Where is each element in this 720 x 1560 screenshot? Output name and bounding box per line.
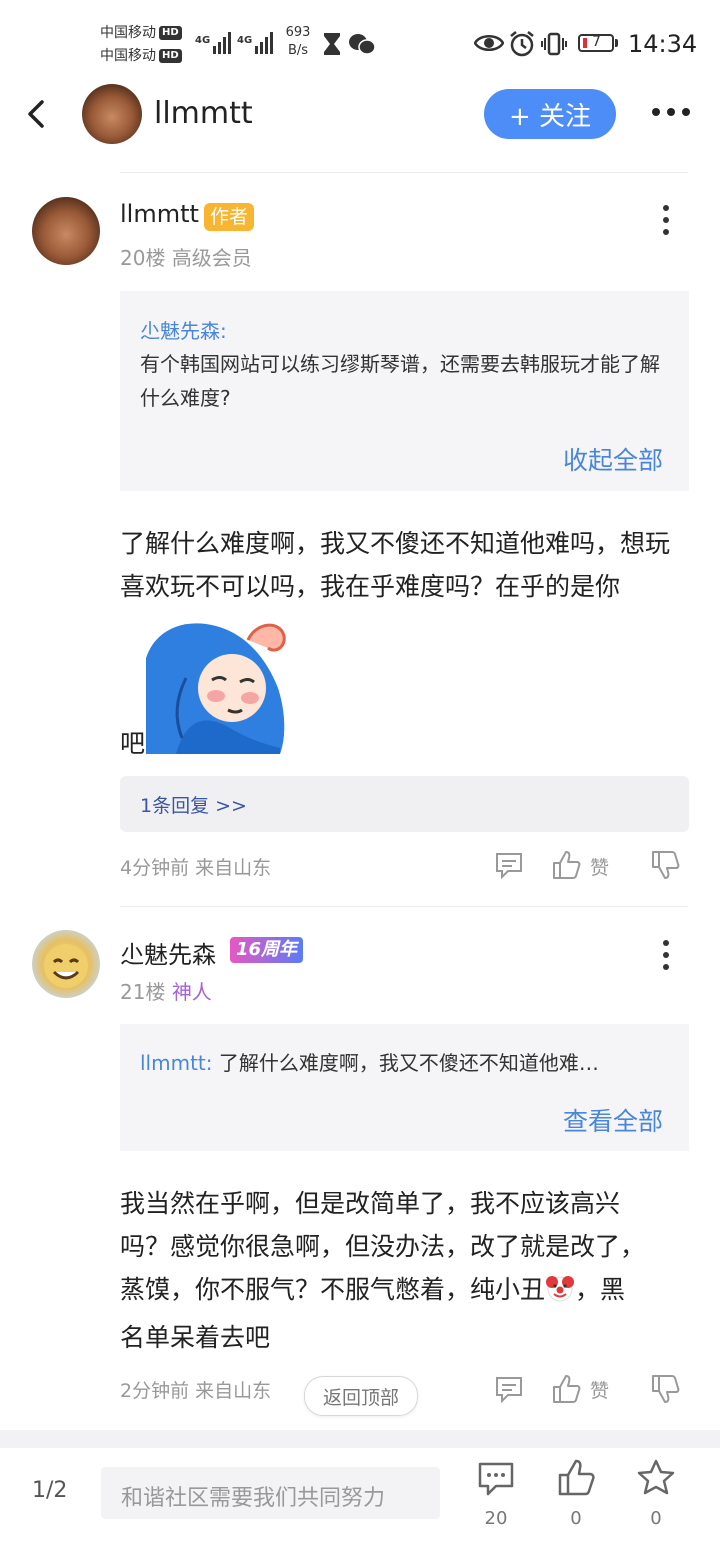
- eye-icon: [473, 32, 505, 58]
- post-avatar[interactable]: [32, 197, 100, 265]
- clock: 14:34: [628, 30, 698, 58]
- quote-author[interactable]: llmmtt:: [140, 1051, 213, 1075]
- comment-count: 20: [484, 1508, 508, 1529]
- favorite-count: 0: [650, 1508, 662, 1529]
- comment-bubble-icon: [478, 1462, 514, 1496]
- user-rank: 神人: [171, 980, 212, 1004]
- post-meta: 20楼 高级会员: [120, 242, 252, 271]
- post-time: 2分钟前 来自山东: [120, 1380, 272, 1402]
- quote-box: 尐魅先森: 有个韩国网站可以练习缪斯琴谱，还需要去韩服玩才能了解什么难度? 收起…: [120, 291, 689, 491]
- replies-link[interactable]: 1条回复 >>: [120, 776, 689, 832]
- carrier-1: 中国移动 HD: [100, 22, 182, 44]
- like-button[interactable]: [556, 1458, 596, 1498]
- signal-2: 4G: [237, 28, 273, 54]
- sticker-image[interactable]: [146, 618, 290, 754]
- follow-button[interactable]: + 关注: [484, 89, 616, 139]
- bottom-bar: 1/2 和谐社区需要我们共同努力 20 0 0: [0, 1448, 720, 1560]
- post-more-button[interactable]: [661, 940, 671, 970]
- dislike-icon[interactable]: [650, 849, 682, 881]
- like-label[interactable]: 赞: [590, 1376, 609, 1403]
- post-avatar[interactable]: [32, 930, 100, 998]
- star-icon: [637, 1459, 675, 1495]
- post-username[interactable]: 尐魅先森: [120, 935, 216, 970]
- like-icon[interactable]: [551, 849, 583, 881]
- back-to-top-button[interactable]: 返回顶部: [304, 1376, 418, 1416]
- collapse-all-link[interactable]: 收起全部: [563, 441, 663, 477]
- back-button[interactable]: [20, 96, 56, 132]
- header-username[interactable]: llmmtt: [154, 96, 253, 131]
- quote-text: 有个韩国网站可以练习缪斯琴谱，还需要去韩服玩才能了解什么难度?: [140, 352, 660, 410]
- like-label[interactable]: 赞: [590, 853, 609, 880]
- post-meta: 21楼 神人: [120, 976, 212, 1005]
- smiley-face: [44, 944, 88, 988]
- page-indicator[interactable]: 1/2: [32, 1478, 67, 1503]
- post-body: 了解什么难度啊，我又不傻还不知道他难吗，想玩喜欢玩不可以吗，我在乎难度吗？在乎的…: [120, 529, 671, 601]
- post-body: 我当然在乎啊，但是改简单了，我不应该高兴 吗？感觉你很急啊，但没办法，改了就是改…: [120, 1189, 646, 1352]
- signal-1: 4G: [195, 28, 231, 54]
- alarm-icon: [508, 30, 536, 62]
- hourglass-icon: [322, 32, 342, 60]
- back-arrow-icon: [28, 100, 44, 128]
- quote-line: llmmtt: 了解什么难度啊，我又不傻还不知道他难…: [140, 1047, 599, 1076]
- like-count: 0: [570, 1508, 582, 1529]
- post-more-button[interactable]: [661, 205, 671, 235]
- divider: [120, 172, 688, 173]
- view-all-link[interactable]: 查看全部: [563, 1102, 663, 1138]
- network-speed: 693 B/s: [285, 25, 311, 58]
- user-rank: 高级会员: [171, 246, 252, 270]
- anniversary-badge: 16周年: [230, 937, 304, 963]
- floor-number: 20楼: [120, 246, 166, 270]
- favorite-button[interactable]: [636, 1458, 676, 1498]
- comment-icon[interactable]: [493, 1373, 525, 1405]
- post-time: 4分钟前 来自山东: [120, 857, 272, 879]
- wechat-icon: [348, 32, 376, 60]
- author-badge: 作者: [204, 203, 255, 231]
- like-icon[interactable]: [551, 1373, 583, 1405]
- quote-author[interactable]: 尐魅先森:: [140, 315, 227, 344]
- divider: [120, 906, 688, 907]
- post-body-tail: 吧: [120, 729, 146, 758]
- carrier-2: 中国移动 HD: [100, 45, 182, 67]
- reply-input-placeholder: 和谐社区需要我们共同努力: [121, 1486, 386, 1511]
- comments-button[interactable]: [476, 1458, 516, 1498]
- dislike-icon[interactable]: [650, 1373, 682, 1405]
- status-bar: 中国移动 HD 中国移动 HD 4G 4G 693 B/s 7 14:34: [0, 0, 720, 86]
- clown-emoji-icon: [545, 1273, 575, 1316]
- thumbs-up-icon: [558, 1459, 595, 1496]
- bottom-separator: [0, 1430, 720, 1448]
- vibrate-icon: [541, 32, 567, 60]
- quote-box: llmmtt: 了解什么难度啊，我又不傻还不知道他难… 查看全部: [120, 1024, 689, 1151]
- floor-number: 21楼: [120, 980, 166, 1004]
- quote-text: 了解什么难度啊，我又不傻还不知道他难…: [218, 1051, 599, 1075]
- more-options-button[interactable]: [652, 108, 690, 116]
- post-username[interactable]: llmmtt: [120, 200, 199, 228]
- reply-input[interactable]: 和谐社区需要我们共同努力: [101, 1467, 440, 1519]
- header-avatar[interactable]: [82, 84, 142, 144]
- comment-icon[interactable]: [493, 849, 525, 881]
